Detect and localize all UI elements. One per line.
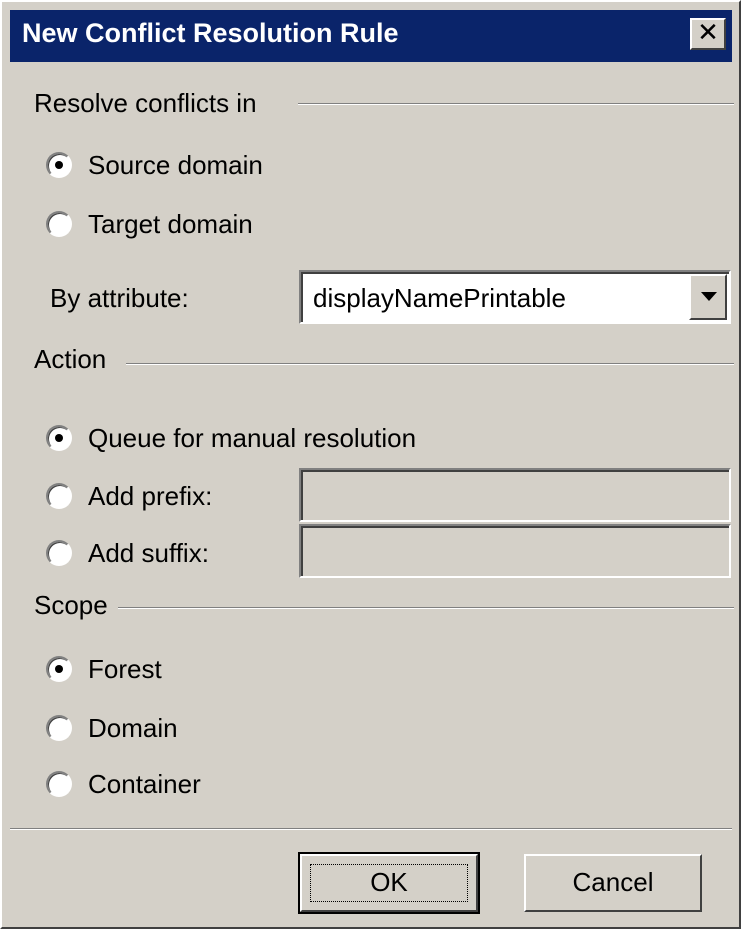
- radio-scope-container-label: Container: [88, 769, 201, 799]
- radio-button[interactable]: [46, 540, 72, 566]
- chevron-down-icon: [701, 292, 717, 301]
- cancel-button-label: Cancel: [572, 867, 654, 897]
- suffix-input[interactable]: [299, 524, 731, 578]
- by-attribute-label: By attribute:: [50, 283, 189, 313]
- resolve-group-label: Resolve conflicts in: [34, 88, 257, 118]
- resolve-group-divider: [298, 103, 734, 105]
- radio-button[interactable]: [46, 425, 72, 451]
- radio-button[interactable]: [46, 152, 72, 178]
- radio-target-domain-label: Target domain: [88, 209, 253, 239]
- prefix-input[interactable]: [299, 468, 731, 522]
- radio-add-prefix-label: Add prefix:: [88, 481, 213, 511]
- close-icon: ✕: [697, 18, 719, 48]
- radio-scope-forest-label: Forest: [88, 654, 162, 684]
- radio-button[interactable]: [46, 483, 72, 509]
- radio-selected-dot: [55, 434, 63, 442]
- radio-add-suffix-label: Add suffix:: [88, 538, 209, 568]
- scope-group-label: Scope: [34, 590, 108, 620]
- conflict-resolution-dialog: New Conflict Resolution Rule ✕ Resolve c…: [0, 0, 741, 929]
- dropdown-arrow-button[interactable]: [689, 274, 727, 320]
- close-button[interactable]: ✕: [690, 18, 726, 50]
- radio-button[interactable]: [46, 771, 72, 797]
- radio-selected-dot: [55, 161, 63, 169]
- radio-button[interactable]: [46, 656, 72, 682]
- ok-button[interactable]: OK: [298, 852, 480, 914]
- action-group-divider: [126, 363, 734, 365]
- radio-queue-manual-label: Queue for manual resolution: [88, 423, 417, 453]
- radio-selected-dot: [55, 665, 63, 673]
- attribute-dropdown[interactable]: displayNamePrintable: [299, 270, 731, 324]
- scope-group-divider: [118, 607, 734, 609]
- ok-button-label: OK: [370, 867, 408, 897]
- radio-scope-domain-label: Domain: [88, 713, 178, 743]
- attribute-dropdown-value: displayNamePrintable: [313, 283, 566, 313]
- cancel-button[interactable]: Cancel: [524, 854, 702, 912]
- dialog-title: New Conflict Resolution Rule: [22, 18, 399, 48]
- radio-button[interactable]: [46, 715, 72, 741]
- action-group-label: Action: [34, 344, 107, 374]
- title-bar[interactable]: New Conflict Resolution Rule ✕: [10, 10, 732, 62]
- button-area-divider: [10, 828, 732, 830]
- radio-button[interactable]: [46, 211, 72, 237]
- radio-source-domain-label: Source domain: [88, 150, 263, 180]
